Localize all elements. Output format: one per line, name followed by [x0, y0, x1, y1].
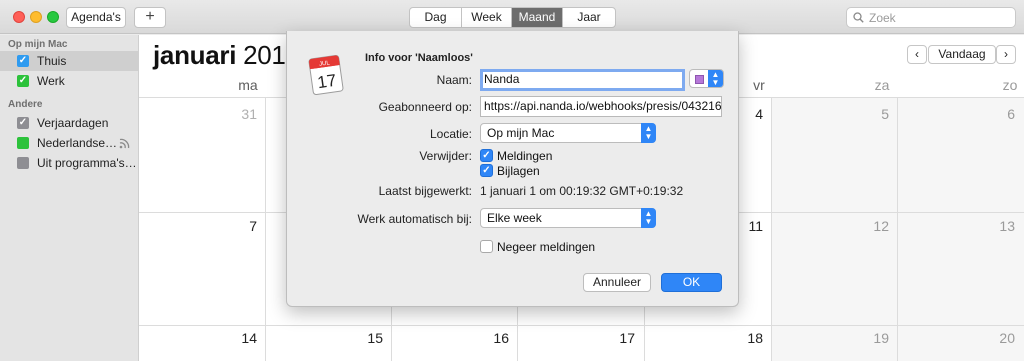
calendars-button[interactable]: Agenda's	[66, 7, 126, 28]
auto-refresh-select[interactable]: Elke week ▲ ▼	[480, 208, 656, 228]
day-cell-number[interactable]: 13	[897, 218, 1015, 234]
chevron-updown-icon: ▲ ▼	[641, 208, 656, 228]
day-cell-number[interactable]: 18	[645, 330, 763, 346]
day-cell-number[interactable]: 16	[391, 330, 509, 346]
toolbar: Agenda's + Dag Week Maand Jaar Zoek	[0, 0, 1024, 34]
subscription-url-field[interactable]: https://api.nanda.io/webhooks/presis/043…	[480, 96, 722, 117]
search-placeholder: Zoek	[869, 11, 896, 25]
checkbox-nederlandse[interactable]	[17, 137, 29, 149]
day-cell-number[interactable]: 12	[771, 218, 889, 234]
location-select[interactable]: Op mijn Mac ▲ ▼	[480, 123, 656, 143]
location-value: Op mijn Mac	[487, 126, 555, 140]
year-value: 201	[243, 40, 286, 70]
view-switcher: Dag Week Maand Jaar	[409, 7, 616, 28]
page-title: januari 201	[153, 40, 286, 71]
checkbox-label: Bijlagen	[497, 164, 540, 178]
window-zoom-button[interactable]	[47, 11, 59, 23]
subscribed-label: Geabonneerd op:	[378, 100, 472, 114]
sidebar-item-verjaardagen[interactable]: ✓ Verjaardagen	[0, 113, 139, 133]
sidebar-item-label: Nederlandse…	[37, 136, 118, 150]
sidebar-item-label: Uit programma's…	[37, 156, 137, 170]
checkbox-werk[interactable]: ✓	[17, 75, 29, 87]
today-button[interactable]: Vandaag	[928, 45, 996, 64]
auto-refresh-value: Elke week	[487, 211, 542, 225]
sidebar-item-label: Werk	[37, 74, 65, 88]
checkbox-verjaardagen[interactable]: ✓	[17, 117, 29, 129]
day-cell-number[interactable]: 20	[897, 330, 1015, 346]
cancel-button[interactable]: Annuleer	[583, 273, 651, 292]
chevron-updown-icon: ▲ ▼	[708, 70, 723, 87]
tab-week[interactable]: Week	[462, 8, 512, 27]
sidebar-section-on-my-mac: Op mijn Mac	[8, 39, 68, 50]
sidebar-item-thuis[interactable]: ✓ Thuis	[0, 51, 139, 71]
day-cell-number[interactable]: 17	[517, 330, 635, 346]
search-icon	[853, 12, 864, 23]
month-name: januari	[153, 40, 237, 70]
name-label: Naam:	[436, 73, 472, 87]
calendar-color-popup[interactable]: ▲ ▼	[689, 69, 724, 88]
day-cell-number[interactable]: 5	[771, 106, 889, 122]
remove-label: Verwijder:	[419, 149, 472, 163]
checkbox[interactable]: ✓	[480, 149, 493, 162]
window-minimize-button[interactable]	[30, 11, 42, 23]
grid-line	[265, 97, 266, 361]
weekday-header: zo	[1002, 77, 1018, 93]
day-cell-number[interactable]: 15	[265, 330, 383, 346]
day-cell-number[interactable]: 31	[139, 106, 257, 122]
dialog-title: Info voor 'Naamloos'	[365, 52, 473, 64]
tab-year[interactable]: Jaar	[563, 8, 615, 27]
color-swatch	[695, 75, 704, 84]
previous-month-button[interactable]: ‹	[907, 45, 927, 64]
checkbox-uit-programmas[interactable]	[17, 157, 29, 169]
sidebar-item-uit-programmas[interactable]: Uit programma's…	[0, 153, 139, 173]
day-cell-number[interactable]: 6	[897, 106, 1015, 122]
search-field[interactable]: Zoek	[846, 7, 1016, 28]
chevron-updown-icon: ▲ ▼	[641, 123, 656, 143]
sidebar: Op mijn Mac ✓ Thuis ✓ Werk Andere ✓ Verj…	[0, 35, 139, 361]
day-cell-number[interactable]: 7	[139, 218, 257, 234]
add-event-button[interactable]: +	[134, 7, 166, 28]
checkbox-label: Meldingen	[497, 149, 553, 163]
window-close-button[interactable]	[13, 11, 25, 23]
broadcast-icon	[119, 138, 130, 149]
checkbox-thuis[interactable]: ✓	[17, 55, 29, 67]
grid-line	[139, 325, 1024, 326]
sidebar-item-label: Verjaardagen	[37, 116, 109, 130]
sidebar-item-werk[interactable]: ✓ Werk	[0, 71, 139, 91]
sidebar-item-label: Thuis	[37, 54, 67, 68]
next-month-button[interactable]: ›	[996, 45, 1016, 64]
last-updated-label: Laatst bijgewerkt:	[378, 184, 472, 198]
checkbox[interactable]: ✓	[480, 164, 493, 177]
last-updated-value: 1 januari 1 om 00:19:32 GMT+0:19:32	[480, 184, 684, 198]
checkbox[interactable]	[480, 240, 493, 253]
sidebar-item-nederlandse[interactable]: Nederlandse…	[0, 133, 139, 153]
tab-day[interactable]: Dag	[410, 8, 462, 27]
sidebar-section-other: Andere	[8, 99, 43, 110]
ok-button[interactable]: OK	[661, 273, 722, 292]
checkbox-label: Negeer meldingen	[497, 240, 596, 254]
tab-month[interactable]: Maand	[512, 8, 563, 27]
auto-refresh-label: Werk automatisch bij:	[357, 212, 473, 226]
name-field[interactable]: Nanda	[480, 69, 685, 91]
location-label: Locatie:	[429, 127, 472, 141]
day-cell-number[interactable]: 14	[139, 330, 257, 346]
weekday-header: za	[874, 77, 890, 93]
day-cell-number[interactable]: 19	[771, 330, 889, 346]
calendar-info-dialog: JUL 17 Info voor 'Naamloos' Naam: Nanda …	[286, 31, 739, 307]
